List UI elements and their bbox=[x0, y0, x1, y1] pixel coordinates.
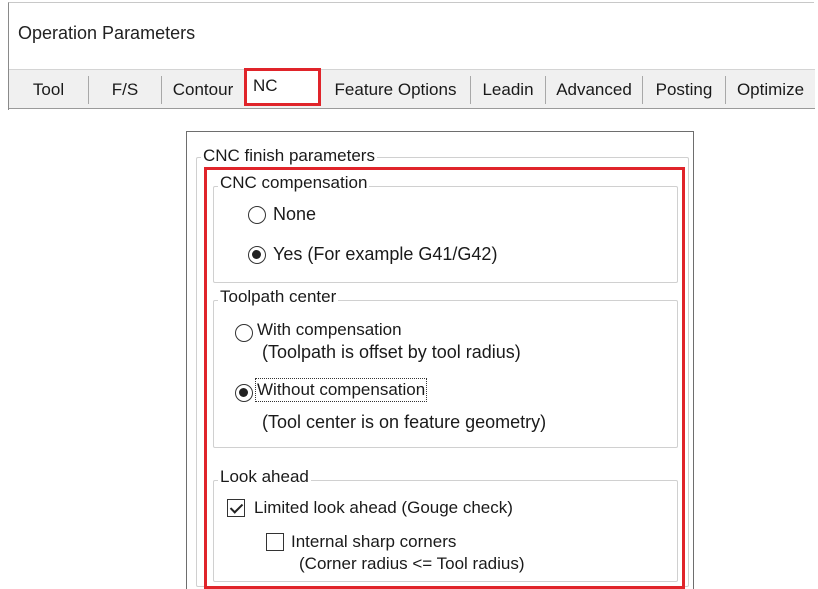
none-label: None bbox=[273, 204, 317, 224]
tab-advanced[interactable]: Advanced bbox=[546, 76, 643, 104]
with-compensation-radio[interactable] bbox=[235, 324, 253, 342]
cnc-compensation-group bbox=[213, 186, 678, 283]
without-compensation-radio[interactable] bbox=[235, 384, 253, 402]
yes-label: Yes (For example G41/G42) bbox=[273, 244, 498, 264]
tab-contour[interactable]: Contour bbox=[162, 76, 244, 104]
internal-sharp-corners-sublabel: (Corner radius <= Tool radius) bbox=[299, 554, 525, 573]
tab-optimize[interactable]: Optimize bbox=[726, 76, 815, 104]
tab-nc[interactable]: NC bbox=[244, 68, 321, 106]
tab-tool[interactable]: Tool bbox=[9, 76, 89, 104]
cnc-finish-legend: CNC finish parameters bbox=[201, 146, 377, 166]
none-radio[interactable] bbox=[248, 206, 266, 224]
limited-look-ahead-checkbox[interactable] bbox=[227, 499, 245, 517]
yes-radio[interactable] bbox=[248, 246, 266, 264]
tab-posting[interactable]: Posting bbox=[643, 76, 726, 104]
tab-leadin[interactable]: Leadin bbox=[471, 76, 546, 104]
without-compensation-sublabel: (Tool center is on feature geometry) bbox=[262, 412, 547, 432]
limited-look-ahead-label: Limited look ahead (Gouge check) bbox=[254, 498, 513, 517]
toolpath-center-legend: Toolpath center bbox=[218, 287, 339, 307]
look-ahead-legend: Look ahead bbox=[218, 467, 311, 487]
cnc-finish-panel: CNC finish parameters CNC compensation N… bbox=[186, 131, 694, 589]
cnc-compensation-legend: CNC compensation bbox=[218, 173, 370, 193]
with-compensation-label: With compensation bbox=[257, 320, 402, 339]
tab-fs[interactable]: F/S bbox=[89, 76, 162, 104]
internal-sharp-corners-label: Internal sharp corners bbox=[291, 532, 457, 551]
without-compensation-label: Without compensation bbox=[254, 378, 428, 402]
internal-sharp-corners-checkbox[interactable] bbox=[266, 533, 284, 551]
tab-strip: Tool F/S Contour NC Feature Options Lead… bbox=[9, 68, 815, 109]
with-compensation-sublabel: (Toolpath is offset by tool radius) bbox=[262, 342, 521, 362]
operation-parameters-window: Operation Parameters Tool F/S Contour NC… bbox=[8, 2, 815, 110]
window-title: Operation Parameters bbox=[18, 23, 196, 43]
tab-feature-options[interactable]: Feature Options bbox=[321, 76, 471, 104]
